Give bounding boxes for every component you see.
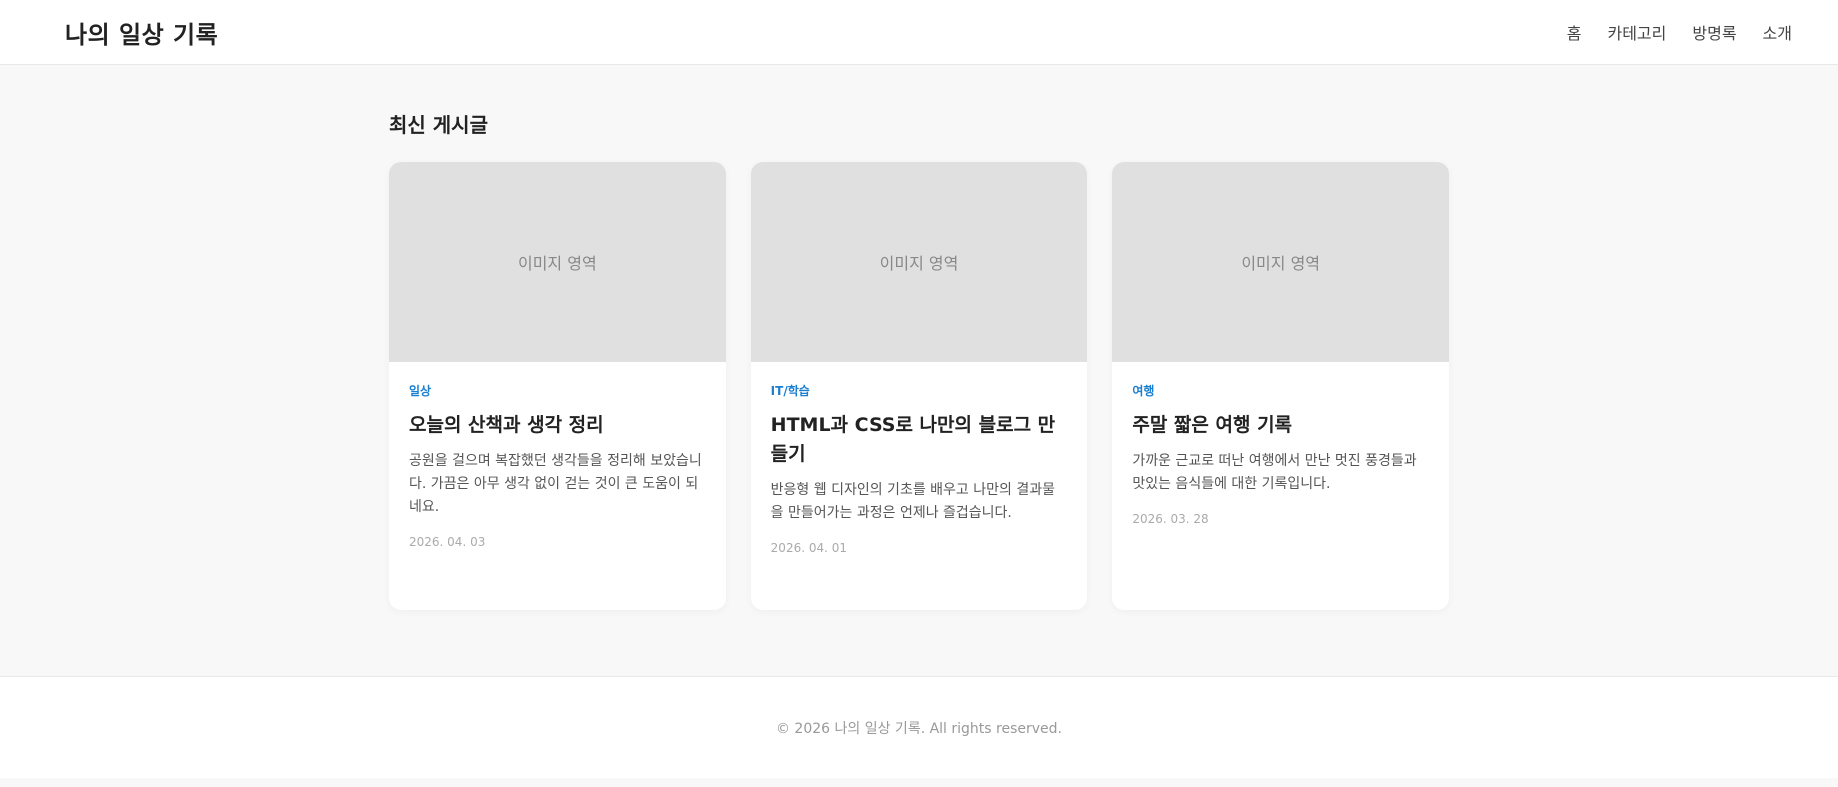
post-card[interactable]: 이미지 영역 일상 오늘의 산책과 생각 정리 공원을 걸으며 복잡했던 생각들… (389, 162, 726, 610)
post-excerpt: 반응형 웹 디자인의 기초를 배우고 나만의 결과물을 만들어가는 과정은 언제… (770, 482, 1055, 521)
nav-item-about[interactable]: 소개 (1763, 20, 1792, 44)
post-card-body: IT/학습 HTML과 CSS로 나만의 블로그 만들기 반응형 웹 디자인의 … (751, 362, 1088, 555)
nav-item-category[interactable]: 카테고리 (1607, 20, 1666, 44)
main-nav: 홈 카테고리 방명록 소개 (1567, 20, 1792, 44)
post-date: 2026. 04. 03 (409, 535, 486, 549)
nav-item-home[interactable]: 홈 (1567, 20, 1582, 44)
post-category[interactable]: IT/학습 (771, 382, 1068, 399)
section-title: 최신 게시글 (389, 113, 488, 137)
post-card[interactable]: 이미지 영역 여행 주말 짧은 여행 기록 가까운 근교로 떠난 여행에서 만난… (1112, 162, 1450, 610)
post-card[interactable]: 이미지 영역 IT/학습 HTML과 CSS로 나만의 블로그 만들기 반응형 … (750, 162, 1088, 610)
post-date: 2026. 03. 28 (1132, 512, 1209, 526)
image-placeholder-text: 이미지 영역 (1241, 254, 1321, 273)
image-placeholder-text: 이미지 영역 (879, 254, 959, 273)
post-category[interactable]: 여행 (1132, 382, 1429, 399)
nav-item-guestbook[interactable]: 방명록 (1692, 20, 1736, 44)
post-thumbnail: 이미지 영역 (389, 162, 726, 362)
post-thumbnail: 이미지 영역 (1112, 162, 1450, 362)
post-title[interactable]: 오늘의 산책과 생각 정리 (409, 411, 706, 440)
image-placeholder-text: 이미지 영역 (517, 254, 597, 273)
post-card-body: 여행 주말 짧은 여행 기록 가까운 근교로 떠난 여행에서 만난 멋진 풍경들… (1112, 362, 1449, 526)
site-header: 나의 일상 기록 홈 카테고리 방명록 소개 (0, 0, 1838, 65)
post-excerpt: 가까운 근교로 떠난 여행에서 만난 멋진 풍경들과 맛있는 음식들에 대한 기… (1132, 453, 1417, 492)
post-card-body: 일상 오늘의 산책과 생각 정리 공원을 걸으며 복잡했던 생각들을 정리해 보… (389, 362, 726, 549)
site-logo[interactable]: 나의 일상 기록 (65, 15, 218, 50)
site-footer: © 2026 나의 일상 기록. All rights reserved. (0, 676, 1838, 778)
main-content: 최신 게시글 이미지 영역 일상 오늘의 산책과 생각 정리 공원을 걸으며 복… (389, 65, 1450, 676)
copyright-text: © 2026 나의 일상 기록. All rights reserved. (775, 720, 1062, 737)
post-date: 2026. 04. 01 (770, 541, 848, 555)
post-thumbnail: 이미지 영역 (750, 162, 1088, 362)
post-excerpt: 공원을 걸으며 복잡했던 생각들을 정리해 보았습니다. 가끔은 아무 생각 없… (409, 453, 702, 515)
post-title[interactable]: HTML과 CSS로 나만의 블로그 만들기 (771, 411, 1068, 469)
post-title[interactable]: 주말 짧은 여행 기록 (1132, 411, 1429, 440)
post-category[interactable]: 일상 (409, 382, 706, 399)
post-grid: 이미지 영역 일상 오늘의 산책과 생각 정리 공원을 걸으며 복잡했던 생각들… (389, 162, 1450, 610)
